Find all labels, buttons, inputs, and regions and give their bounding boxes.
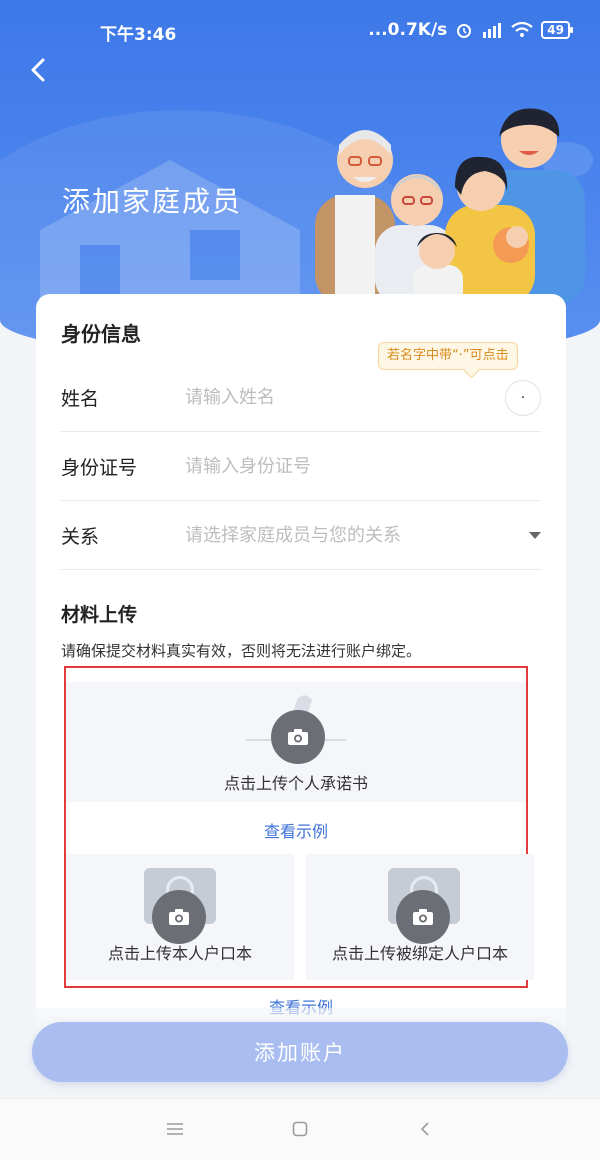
id-number-label: 身份证号: [61, 457, 138, 479]
status-bar: 下午3:46 ...0.7K/s 49: [0, 0, 600, 60]
add-account-button[interactable]: 添加账户: [32, 1022, 568, 1082]
upload-bound-hukou-area[interactable]: 点击上传被绑定人户口本: [306, 854, 534, 980]
back-button[interactable]: [20, 52, 56, 88]
status-icons: ...0.7K/s 49: [368, 20, 573, 40]
relation-label: 关系: [61, 526, 100, 548]
name-input[interactable]: [185, 387, 505, 408]
materials-notice: 请确保提交材料真实有效，否则将无法进行账户绑定。: [61, 642, 422, 660]
materials-section-title: 材料上传: [61, 604, 138, 626]
name-label: 姓名: [61, 388, 100, 410]
page-title: 添加家庭成员: [62, 185, 243, 218]
battery-indicator: 49: [541, 21, 573, 39]
identity-section-title: 身份信息: [61, 322, 141, 346]
chevron-left-icon: [31, 58, 45, 82]
upload-own-hukou-label: 点击上传本人户口本: [107, 944, 252, 963]
signal-icon: [483, 23, 502, 38]
middle-dot-button[interactable]: ·: [505, 379, 541, 416]
home-nav-button[interactable]: [285, 1117, 315, 1141]
camera-icon: [396, 890, 450, 944]
upload-bound-hukou-label: 点击上传被绑定人户口本: [331, 944, 508, 963]
house-background-icon: [40, 160, 300, 310]
upload-highlight-frame: 点击上传个人承诺书 查看示例 点击上传本人户口本 点击上传被绑定人户口本: [64, 666, 534, 988]
name-row: 姓名 ·: [61, 364, 541, 432]
network-speed: ...0.7K/s: [368, 20, 448, 40]
camera-icon: [271, 710, 325, 764]
menu-icon: [167, 1123, 183, 1135]
form-card: 身份信息 若名字中带“·”可点击 姓名 · 身份证号 关系 材料上传 请确保提交…: [36, 294, 566, 1034]
status-time: 下午3:46: [100, 25, 177, 45]
wifi-icon: [511, 22, 533, 37]
back-nav-button[interactable]: [410, 1117, 440, 1141]
view-example-link[interactable]: 查看示例: [66, 818, 526, 842]
home-square-icon: [292, 1121, 308, 1137]
upload-commitment-label: 点击上传个人承诺书: [223, 774, 368, 793]
relation-select[interactable]: 关系: [61, 502, 541, 570]
camera-icon: [152, 890, 206, 944]
menu-nav-button[interactable]: [160, 1117, 190, 1141]
upload-commitment-area[interactable]: 点击上传个人承诺书: [66, 682, 526, 802]
alarm-icon: [457, 24, 472, 38]
system-nav-bar: [0, 1098, 600, 1160]
family-illustration: [315, 108, 593, 305]
dropdown-arrow-icon: [529, 532, 541, 539]
id-number-row: 身份证号: [61, 433, 541, 501]
id-number-input[interactable]: [185, 456, 541, 477]
upload-own-hukou-area[interactable]: 点击上传本人户口本: [66, 854, 294, 980]
relation-select-input[interactable]: [185, 525, 521, 546]
chevron-left-icon: [420, 1122, 429, 1136]
